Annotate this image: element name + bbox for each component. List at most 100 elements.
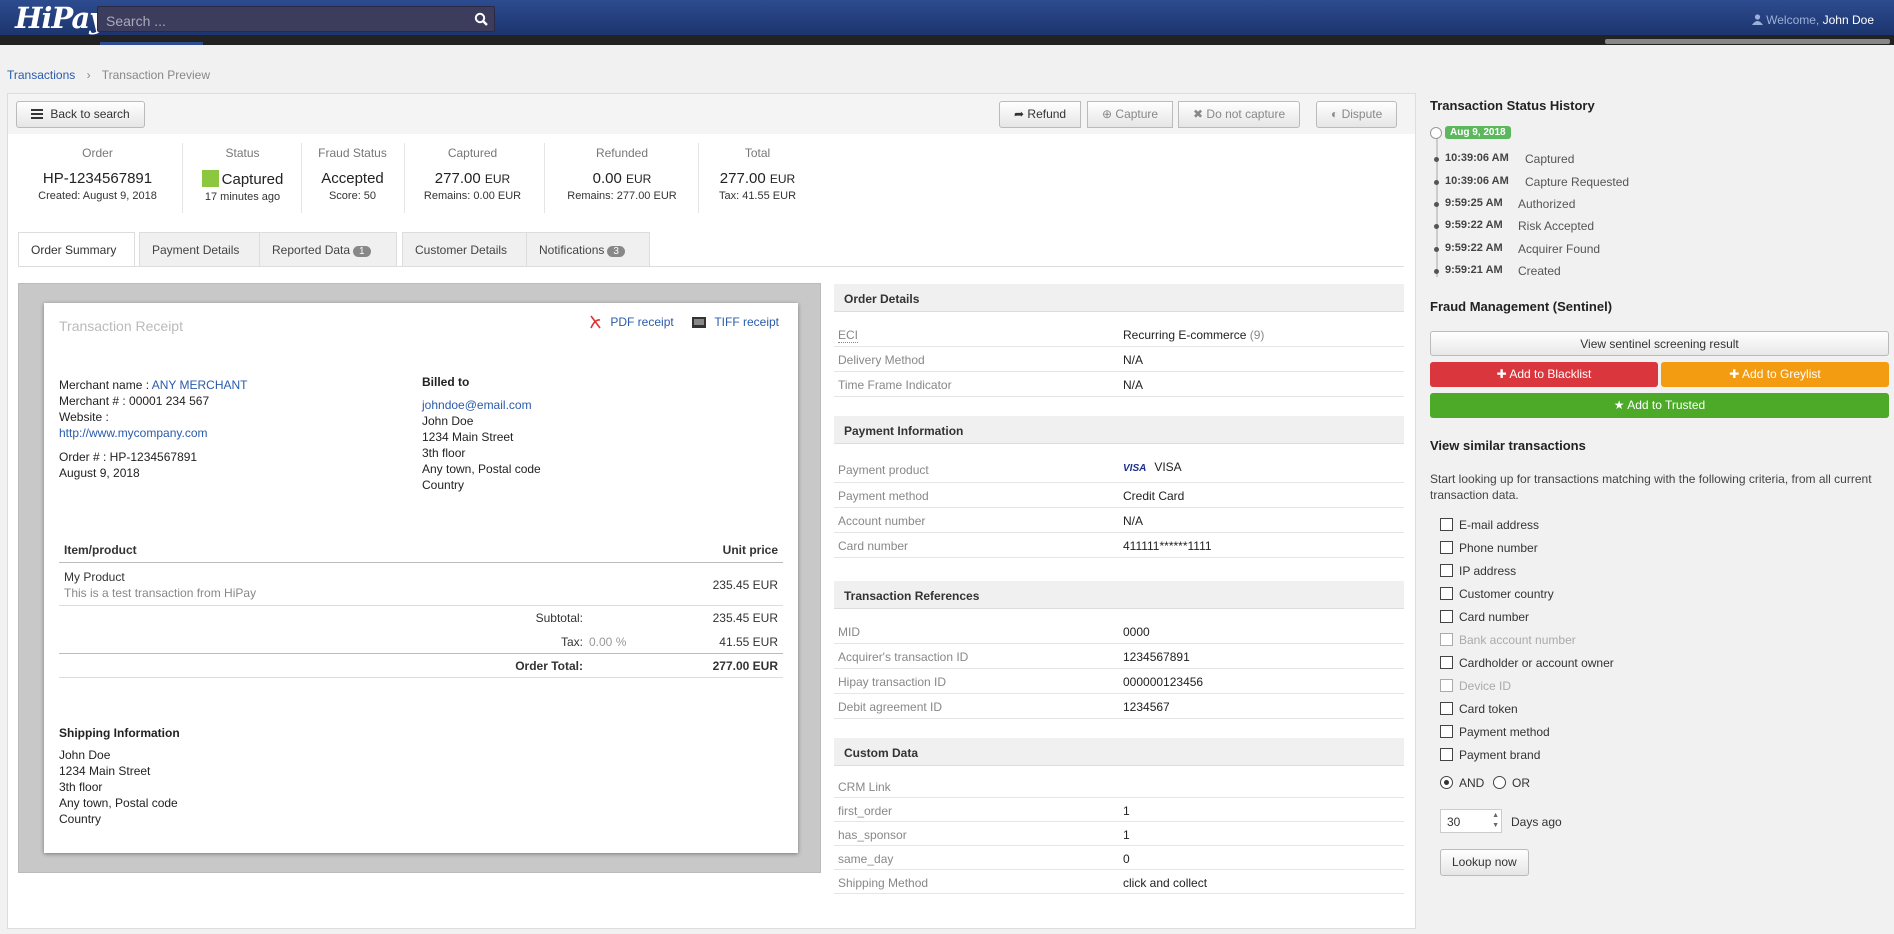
detail-key: Delivery Method (838, 353, 925, 367)
tiff-icon (692, 317, 706, 328)
pdf-receipt-link[interactable]: PDF receipt (589, 315, 674, 329)
refund-button[interactable]: ➦ Refund (999, 101, 1082, 128)
view-sentinel-button[interactable]: View sentinel screening result (1430, 331, 1889, 356)
checkbox-icon[interactable] (1440, 541, 1453, 554)
search-placeholder: Search ... (106, 13, 166, 29)
tab-label: Order Summary (31, 243, 117, 257)
hipay-logo[interactable]: HiPay (15, 1, 106, 35)
criteria-label: Phone number (1459, 541, 1538, 555)
col-price: Unit price (722, 543, 778, 557)
subtotal-value: 235.45 EUR (712, 611, 778, 625)
do-not-capture-button[interactable]: ✖ Do not capture (1178, 101, 1301, 128)
back-to-search-label: Back to search (50, 107, 130, 121)
stepper-arrows-icon[interactable]: ▲ ▼ (1492, 811, 1499, 831)
refund-icon: ➦ (1014, 107, 1025, 121)
count-badge: 3 (607, 246, 625, 257)
history-label: Authorized (1518, 197, 1576, 211)
add-to-greylist-button[interactable]: ✚ Add to Greylist (1661, 362, 1889, 387)
timeline-dot (1434, 202, 1439, 207)
detail-key: Shipping Method (838, 876, 929, 890)
detail-row: Account number N/A (834, 508, 1404, 533)
summary-status: Status Captured 17 minutes ago (190, 146, 295, 203)
breadcrumb-transactions[interactable]: Transactions (7, 68, 75, 82)
summary-label: Order (82, 146, 113, 160)
dispute-button[interactable]: ◐ Dispute (1316, 101, 1398, 128)
radio-icon[interactable] (1440, 776, 1453, 789)
captured-amount: 277.00 (434, 170, 481, 187)
tab-notifications[interactable]: Notifications 3 (526, 232, 650, 266)
radio-selected-dot (1444, 780, 1449, 785)
order-total-value: 277.00 EUR (712, 659, 778, 673)
billing-email[interactable]: johndoe@email.com (422, 398, 532, 412)
back-to-search-button[interactable]: Back to search (16, 101, 145, 128)
welcome-user[interactable]: Welcome, John Doe (1751, 13, 1874, 27)
item-price: 235.45 EUR (712, 578, 778, 592)
order-created: Created: August 9, 2018 (38, 190, 157, 202)
history-time: 9:59:25 AM (1445, 197, 1503, 209)
lookup-now-button[interactable]: Lookup now (1440, 849, 1529, 876)
shipping-line: John Doe (59, 748, 111, 762)
timeline-dot (1434, 180, 1439, 185)
tab-reported-data[interactable]: Reported Data 1 (259, 232, 397, 266)
checkbox-icon[interactable] (1440, 518, 1453, 531)
search-input[interactable]: Search ... (97, 6, 495, 32)
criteria-label: Device ID (1459, 679, 1512, 693)
detail-key: Acquirer's transaction ID (838, 650, 969, 664)
tiff-receipt-link[interactable]: TIFF receipt (692, 315, 779, 329)
history-label: Capture Requested (1525, 175, 1630, 189)
detail-value: 1234567891 (1123, 650, 1190, 664)
checkbox-icon[interactable] (1440, 702, 1453, 715)
website-link[interactable]: http://www.mycompany.com (59, 426, 208, 440)
detail-value: 1 (1123, 804, 1130, 818)
search-icon[interactable] (474, 12, 488, 26)
tab-divider (18, 266, 1404, 267)
tab-order-summary[interactable]: Order Summary (18, 232, 135, 267)
add-to-blacklist-button[interactable]: ✚ Add to Blacklist (1430, 362, 1658, 387)
summary-captured: Captured 277.00 EUR Remains: 0.00 EUR (405, 146, 540, 202)
currency: EUR (769, 172, 796, 186)
tab-payment-details[interactable]: Payment Details (139, 232, 274, 266)
active-nav-indicator (100, 42, 203, 45)
shipping-line: 3th floor (59, 780, 103, 794)
detail-value: 1234567 (1123, 700, 1170, 714)
capture-button[interactable]: ⊕ Capture (1087, 101, 1174, 128)
detail-key: Card number (838, 539, 909, 553)
currency: EUR (626, 172, 652, 186)
pdf-icon (590, 315, 601, 329)
summary-label: Status (225, 146, 260, 160)
merchant-name-value[interactable]: ANY MERCHANT (152, 378, 248, 392)
welcome-label: Welcome, (1766, 13, 1820, 27)
billing-line: 3th floor (422, 446, 466, 460)
days-ago-label: Days ago (1511, 815, 1562, 829)
tiff-receipt-label[interactable]: TIFF receipt (714, 315, 779, 329)
summary-order: Order HP-1234567891 Created: August 9, 2… (20, 146, 175, 202)
detail-key: Payment method (838, 489, 929, 503)
detail-value: click and collect (1123, 876, 1208, 890)
transaction-references-heading: Transaction References (834, 581, 1404, 609)
days-stepper[interactable]: 30 ▲ ▼ (1440, 809, 1502, 833)
checkbox-icon[interactable] (1440, 587, 1453, 600)
checkbox-icon[interactable] (1440, 748, 1453, 761)
checkbox-icon[interactable] (1440, 610, 1453, 623)
detail-row: ECI Recurring E-commerce (9) (834, 322, 1404, 347)
detail-key[interactable]: ECI (838, 328, 859, 343)
shipping-line: Any town, Postal code (59, 796, 178, 810)
detail-key: Payment product (838, 463, 929, 477)
merchant-number: Merchant # : 00001 234 567 (59, 394, 210, 408)
divider (698, 143, 699, 213)
add-to-trusted-button[interactable]: ★ Add to Trusted (1430, 393, 1889, 418)
radio-icon[interactable] (1493, 776, 1506, 789)
divider (544, 143, 545, 213)
summary-label: Refunded (595, 146, 649, 160)
summary-label: Captured (447, 146, 498, 160)
do-not-capture-label: Do not capture (1206, 107, 1286, 121)
tab-customer-details[interactable]: Customer Details (402, 232, 537, 266)
pdf-receipt-label[interactable]: PDF receipt (610, 315, 673, 329)
checkbox-icon[interactable] (1440, 725, 1453, 738)
checkbox-icon[interactable] (1440, 656, 1453, 669)
history-label: Acquirer Found (1518, 242, 1601, 256)
receipt-title: Transaction Receipt (59, 318, 183, 334)
checkbox-icon[interactable] (1440, 564, 1453, 577)
summary-label: Total (744, 146, 771, 160)
criteria-label: Card token (1459, 702, 1518, 716)
